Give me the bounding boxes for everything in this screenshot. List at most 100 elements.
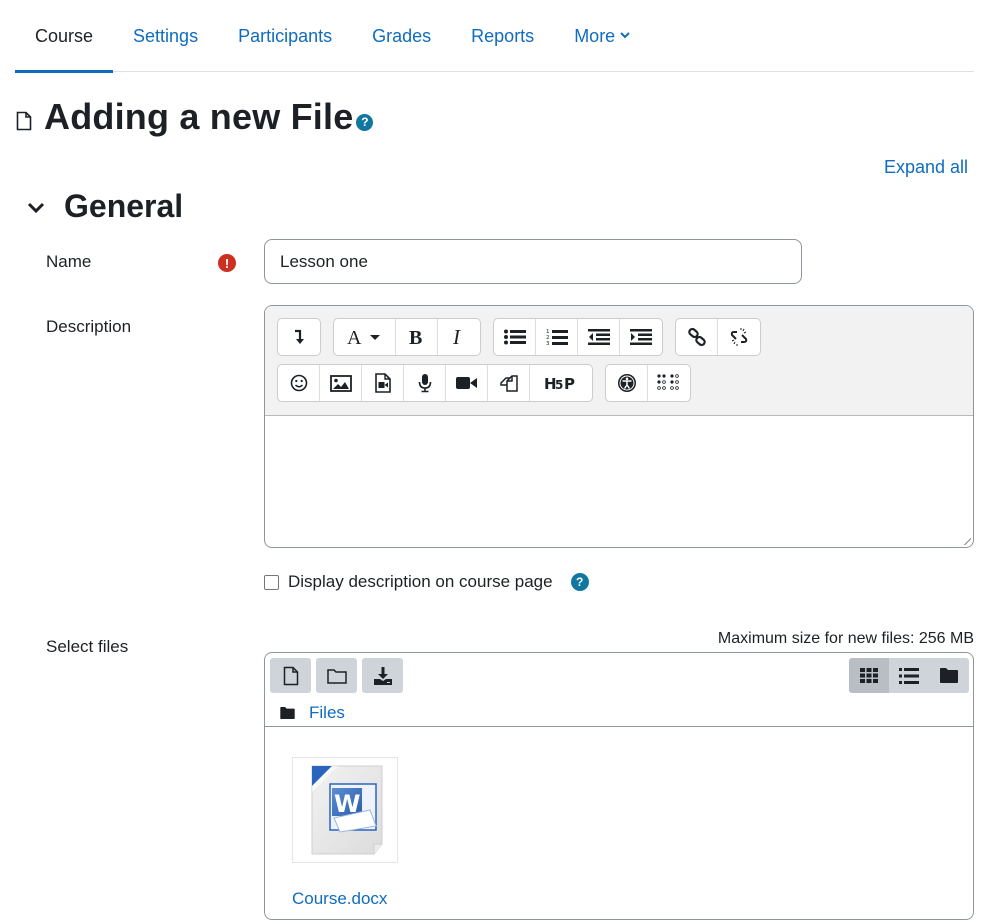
- grid-icon: [860, 668, 878, 683]
- file-item[interactable]: W Course.docx: [292, 757, 398, 909]
- smile-icon: [290, 374, 307, 392]
- svg-text:B: B: [409, 327, 422, 347]
- italic-button[interactable]: I: [438, 319, 480, 355]
- folder-solid-icon: [940, 668, 958, 683]
- numbered-list-icon: 123: [546, 329, 568, 346]
- file-path-breadcrumb: Files: [280, 703, 345, 723]
- emoticon-button[interactable]: [278, 365, 320, 401]
- question-circle-icon[interactable]: ?: [570, 573, 589, 591]
- accessibility-icon: [617, 374, 636, 392]
- link-button[interactable]: [676, 319, 718, 355]
- record-video-button[interactable]: [446, 365, 488, 401]
- tab-label: Grades: [372, 25, 432, 46]
- create-folder-button[interactable]: [316, 658, 357, 693]
- tab-label: Course: [35, 25, 94, 46]
- svg-text:I: I: [452, 327, 461, 347]
- word-document-icon: W: [311, 765, 383, 855]
- file-thumbnail[interactable]: W: [292, 757, 398, 863]
- file-icon: [16, 111, 32, 131]
- indent-icon: [630, 329, 652, 345]
- description-editor-content[interactable]: [265, 416, 973, 547]
- section-title: General: [64, 188, 184, 224]
- download-all-button[interactable]: [362, 658, 403, 693]
- image-icon: [329, 374, 352, 392]
- media-button[interactable]: [362, 365, 404, 401]
- tab-reports[interactable]: Reports: [451, 0, 554, 72]
- chevron-down-icon[interactable]: [26, 197, 46, 217]
- svg-text:3: 3: [546, 341, 550, 346]
- file-manager: Files W Course.docx: [264, 652, 974, 920]
- description-editor: A B I 123 H 5 P: [264, 305, 974, 548]
- page-header: Adding a new File ?: [16, 96, 374, 138]
- question-circle-icon[interactable]: ?: [356, 113, 374, 131]
- tab-settings[interactable]: Settings: [113, 0, 218, 72]
- folder-solid-icon: [280, 707, 295, 719]
- italic-icon: I: [452, 327, 461, 347]
- unlink-button[interactable]: [718, 319, 760, 355]
- file-video-icon: [374, 373, 391, 393]
- page-title: Adding a new File: [44, 96, 354, 137]
- indent-button[interactable]: [620, 319, 662, 355]
- list-icon: [899, 667, 919, 684]
- accessibility-checker-button[interactable]: [606, 365, 648, 401]
- file-icon: [283, 666, 298, 685]
- copy-files-icon: [499, 375, 518, 392]
- tab-course[interactable]: Course: [15, 0, 114, 73]
- display-description-checkbox[interactable]: [264, 574, 279, 590]
- name-label: Name: [46, 252, 92, 271]
- exclamation-circle-icon: !: [218, 254, 236, 272]
- manage-files-button[interactable]: [488, 365, 530, 401]
- arrow-down-icon: [295, 329, 304, 344]
- font-style-icon: A: [347, 327, 380, 347]
- microphone-icon: [418, 374, 431, 393]
- tab-more[interactable]: More: [554, 0, 650, 72]
- view-details-button[interactable]: [889, 658, 929, 693]
- font-style-button[interactable]: A: [334, 319, 396, 355]
- max-file-size: Maximum size for new files: 256 MB: [717, 630, 974, 647]
- file-manager-toolbar: Files: [265, 653, 973, 727]
- link-icon: [687, 327, 706, 347]
- section-general-header[interactable]: General: [26, 188, 183, 225]
- bold-icon: B: [409, 327, 422, 347]
- tab-label: More: [574, 25, 616, 46]
- unordered-list-button[interactable]: [494, 319, 536, 355]
- svg-text:P: P: [564, 375, 575, 392]
- unlink-icon: [730, 328, 748, 346]
- tab-label: Reports: [471, 25, 535, 46]
- bold-button[interactable]: B: [396, 319, 438, 355]
- svg-text:5: 5: [555, 378, 563, 392]
- video-camera-icon: [455, 377, 477, 389]
- folder-icon: [326, 668, 347, 684]
- display-description-label[interactable]: Display description on course page: [288, 572, 553, 592]
- secondary-navigation: Course Settings Participants Grades Repo…: [15, 0, 974, 73]
- download-icon: [373, 666, 392, 685]
- outdent-button[interactable]: [578, 319, 620, 355]
- view-icons-button[interactable]: [849, 658, 889, 693]
- bullet-list-icon: [503, 329, 526, 345]
- braille-icon: [657, 374, 679, 390]
- collapse-toolbar-button[interactable]: [278, 319, 320, 355]
- svg-text:A: A: [347, 327, 362, 347]
- display-description-row: Display description on course page ?: [264, 572, 589, 592]
- tab-grades[interactable]: Grades: [352, 0, 451, 72]
- chevron-down-icon: [620, 32, 630, 39]
- tab-participants[interactable]: Participants: [218, 0, 352, 72]
- outdent-icon: [587, 329, 610, 345]
- ordered-list-button[interactable]: 123: [536, 319, 578, 355]
- editor-toolbar: A B I 123 H 5 P: [265, 306, 973, 416]
- h5p-button[interactable]: H5P: [530, 365, 592, 401]
- description-label: Description: [46, 317, 132, 336]
- file-name-link[interactable]: Course.docx: [292, 889, 387, 908]
- path-files-link[interactable]: Files: [309, 703, 345, 723]
- image-button[interactable]: [320, 365, 362, 401]
- select-files-label: Select files: [46, 637, 129, 656]
- screenreader-helper-button[interactable]: [648, 365, 690, 401]
- add-file-button[interactable]: [270, 658, 311, 693]
- record-audio-button[interactable]: [404, 365, 446, 401]
- tab-label: Settings: [133, 25, 199, 46]
- expand-all-link[interactable]: Expand all: [884, 157, 968, 178]
- name-input[interactable]: [264, 239, 802, 284]
- tab-label: Participants: [238, 25, 333, 46]
- view-mode-toggle: [849, 658, 969, 693]
- view-tree-button[interactable]: [929, 658, 969, 693]
